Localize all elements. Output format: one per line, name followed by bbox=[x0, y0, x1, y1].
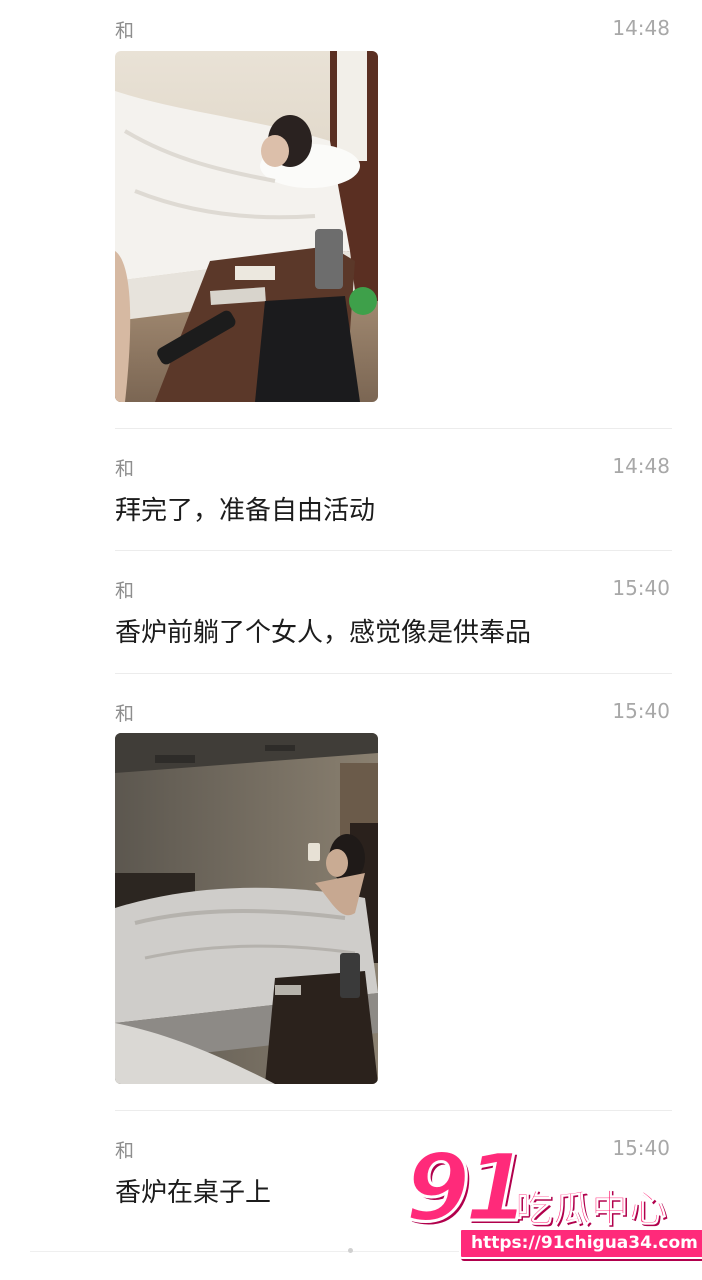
message-photo[interactable] bbox=[115, 51, 378, 402]
sender-name: 和 bbox=[115, 703, 135, 725]
message-divider bbox=[115, 428, 672, 429]
message-divider bbox=[115, 550, 672, 551]
watermark-title: 吃瓜中心 bbox=[515, 1187, 667, 1231]
message-text: 拜完了，准备自由活动 bbox=[115, 496, 376, 526]
message-item: 和 15:40 香炉前躺了个女人，感觉像是供奉品 bbox=[115, 576, 672, 656]
message-text: 香炉在桌子上 bbox=[115, 1178, 272, 1208]
message-divider bbox=[115, 1110, 672, 1111]
sender-name: 和 bbox=[115, 580, 135, 602]
message-time: 15:40 bbox=[612, 576, 670, 600]
message-text: 香炉前躺了个女人，感觉像是供奉品 bbox=[115, 618, 532, 648]
sender-name: 和 bbox=[115, 20, 135, 42]
message-item: 和 14:48 拜完了，准备自由活动 bbox=[115, 454, 672, 534]
message-item: 和 15:40 bbox=[115, 699, 672, 1089]
message-item: 和 14:48 bbox=[115, 16, 672, 416]
sender-name: 和 bbox=[115, 458, 135, 480]
scroll-indicator bbox=[348, 1248, 353, 1253]
watermark-number: 91 bbox=[404, 1133, 532, 1245]
watermark-url: https://91chigua34.com bbox=[459, 1228, 702, 1259]
message-time: 14:48 bbox=[612, 16, 670, 40]
message-divider bbox=[115, 673, 672, 674]
message-time: 14:48 bbox=[612, 454, 670, 478]
watermark: 91 吃瓜中心 https://91chigua34.com bbox=[404, 1133, 702, 1259]
sender-name: 和 bbox=[115, 1140, 135, 1162]
message-time: 15:40 bbox=[612, 699, 670, 723]
message-photo[interactable] bbox=[115, 733, 378, 1084]
